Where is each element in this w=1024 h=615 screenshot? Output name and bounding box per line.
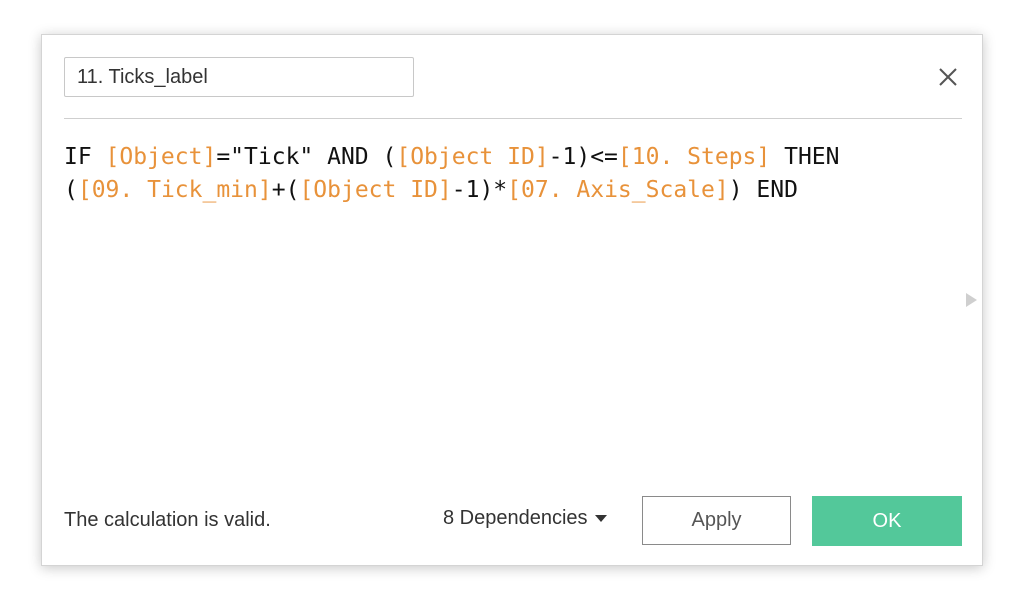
formula-field-reference: [Object ID] — [299, 177, 452, 203]
calculation-dialog: IF [Object]="Tick" AND ([Object ID]-1)<=… — [41, 34, 983, 566]
formula-editor[interactable]: IF [Object]="Tick" AND ([Object ID]-1)<=… — [64, 141, 944, 481]
expand-panel-arrow-icon[interactable] — [966, 293, 977, 307]
ok-button[interactable]: OK — [812, 496, 962, 546]
validation-status: The calculation is valid. — [64, 509, 271, 531]
dependencies-dropdown[interactable]: 8 Dependencies — [443, 507, 607, 530]
formula-line: IF [Object]="Tick" AND ([Object ID]-1)<=… — [64, 141, 944, 174]
formula-field-reference: [07. Axis_Scale] — [507, 177, 729, 203]
formula-field-reference: [09. Tick_min] — [77, 177, 272, 203]
calculation-name-input[interactable] — [64, 57, 414, 97]
formula-field-reference: [Object ID] — [396, 144, 549, 170]
caret-down-icon — [594, 515, 607, 522]
formula-line: ([09. Tick_min]+([Object ID]-1)*[07. Axi… — [64, 174, 944, 207]
formula-token: ="Tick" AND ( — [216, 144, 397, 170]
formula-field-reference: [10. Steps] — [617, 144, 771, 170]
formula-token: +( — [271, 177, 300, 203]
formula-field-reference: [Object] — [105, 144, 217, 170]
formula-token: IF — [64, 144, 106, 170]
formula-token: ( — [64, 177, 78, 203]
dependencies-label: 8 Dependencies — [443, 507, 588, 529]
formula-token: -1)<= — [548, 144, 618, 170]
formula-token: ) END — [728, 177, 798, 203]
header-divider — [64, 118, 962, 119]
apply-button[interactable]: Apply — [642, 496, 791, 545]
formula-token: -1)* — [451, 177, 508, 203]
close-icon[interactable] — [934, 63, 962, 91]
formula-token: THEN — [770, 144, 840, 170]
